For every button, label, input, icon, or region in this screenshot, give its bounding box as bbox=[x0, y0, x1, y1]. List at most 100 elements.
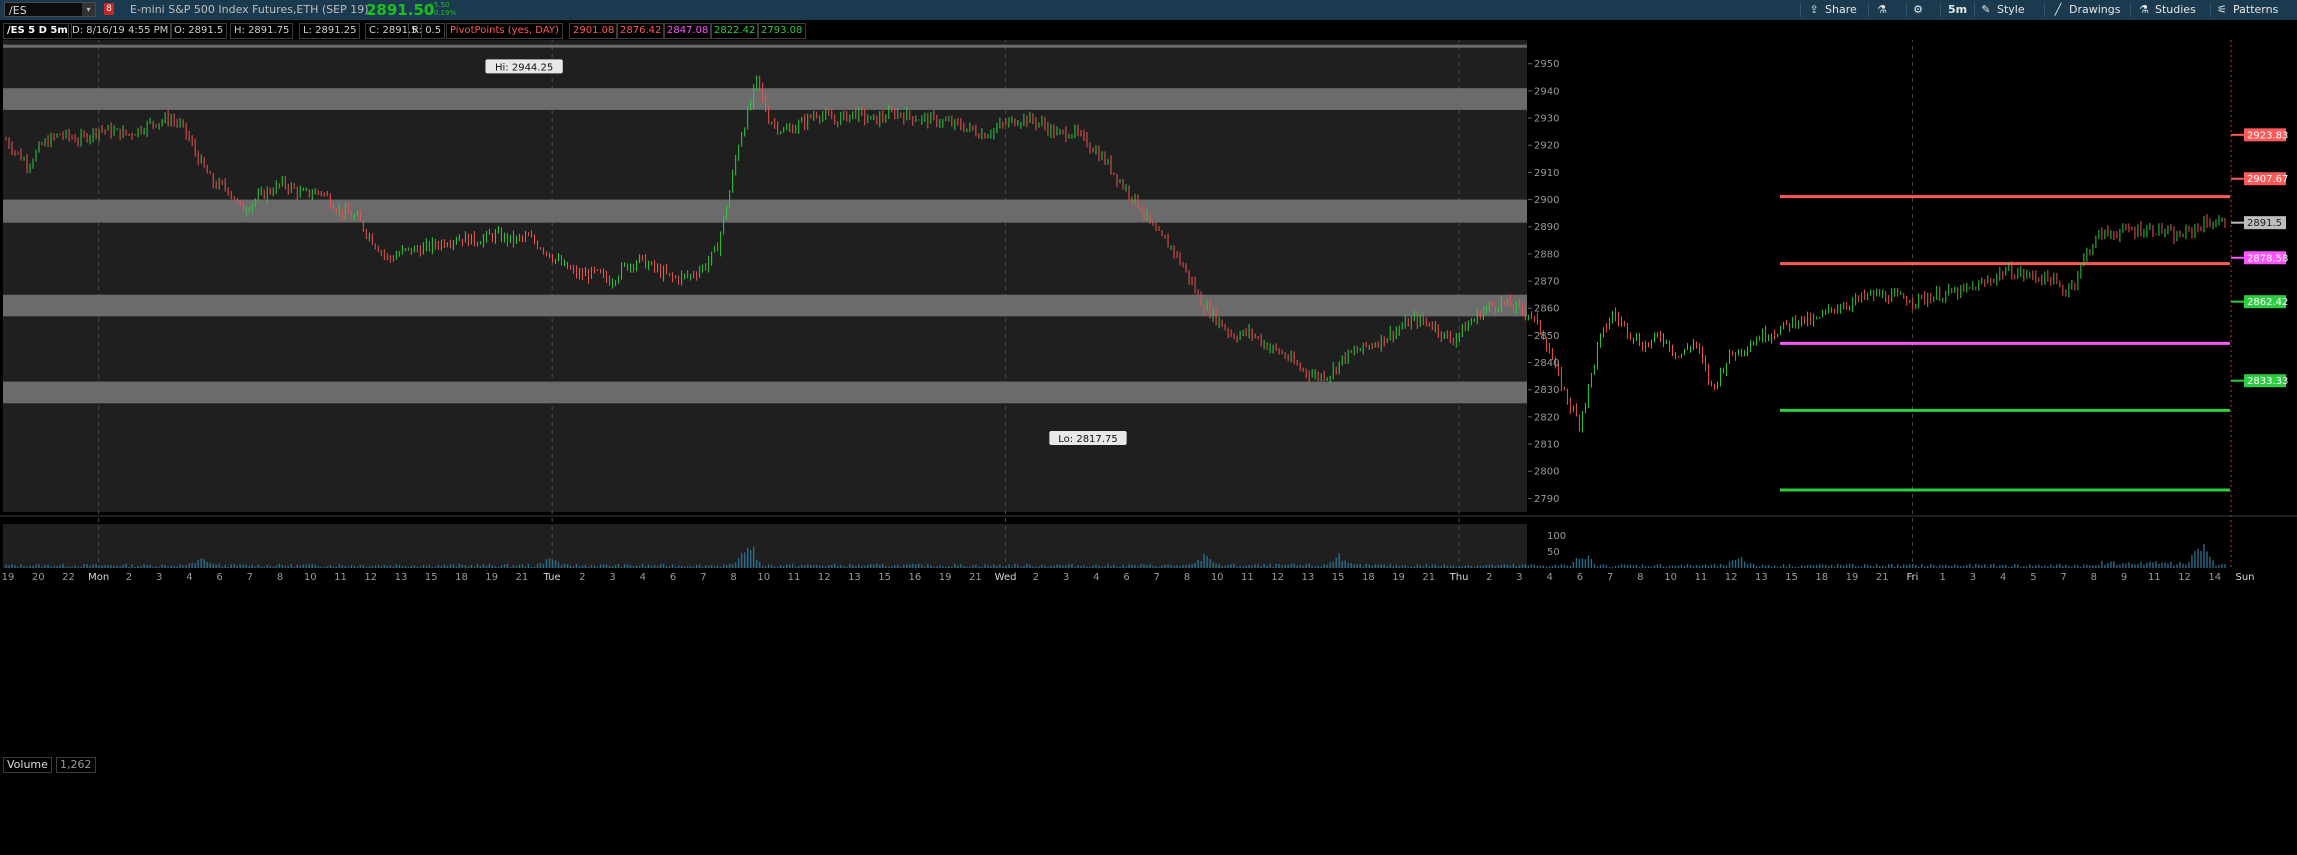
x-axis-label: 4 bbox=[640, 572, 646, 583]
studies-icon: ⚗ bbox=[2139, 3, 2149, 16]
bar-date: D: 8/16/19 4:55 PM bbox=[68, 23, 173, 39]
y-axis-label: 2910 bbox=[1534, 168, 1559, 179]
y-axis-label: 2950 bbox=[1534, 59, 1559, 70]
x-axis-label: 7 bbox=[247, 572, 253, 583]
toolbar-divider bbox=[2210, 3, 2211, 17]
x-axis-label: 18 bbox=[455, 572, 468, 583]
x-axis-label: 16 bbox=[909, 572, 922, 583]
x-axis-label: 11 bbox=[1241, 572, 1254, 583]
patterns-icon: ⚟ bbox=[2217, 3, 2227, 16]
timeframe-button[interactable]: 5m bbox=[1948, 2, 1967, 18]
pivot-value: 2793.08 bbox=[757, 23, 807, 39]
bar-high: H: 2891.75 bbox=[230, 23, 294, 39]
chevron-down-icon[interactable]: ▾ bbox=[82, 3, 95, 16]
bar-open: O: 2891.5 bbox=[170, 23, 228, 39]
x-axis-label: 19 bbox=[2, 572, 15, 583]
share-button[interactable]: ⇪ Share bbox=[1808, 2, 1856, 18]
price-badge-label: 2862.42 bbox=[2247, 297, 2288, 308]
toolbar-divider bbox=[1800, 3, 1801, 17]
y-axis-label: 2870 bbox=[1534, 277, 1559, 288]
x-axis-label: 7 bbox=[700, 572, 706, 583]
x-axis-label: 10 bbox=[757, 572, 770, 583]
x-axis-label: 15 bbox=[425, 572, 438, 583]
y-axis-label: 2920 bbox=[1534, 141, 1559, 152]
style-label: Style bbox=[1997, 3, 2025, 16]
x-axis-label: 5 bbox=[2030, 572, 2036, 583]
x-axis-label: Sun bbox=[2235, 572, 2254, 583]
volume-background bbox=[3, 524, 1527, 568]
plot-background bbox=[3, 40, 1527, 512]
swing-high-label: Hi: 2944.25 bbox=[495, 62, 553, 73]
x-axis-label: 12 bbox=[364, 572, 377, 583]
symbol-text: /ES bbox=[9, 4, 27, 17]
y-axis-label: 2900 bbox=[1534, 195, 1559, 206]
y-axis-label: 2810 bbox=[1534, 440, 1559, 451]
flask-button[interactable]: ⚗ bbox=[1876, 2, 1888, 18]
x-axis-label: 15 bbox=[1332, 572, 1345, 583]
x-axis-label: 15 bbox=[1785, 572, 1798, 583]
x-axis-label: 12 bbox=[1271, 572, 1284, 583]
x-axis-label: 4 bbox=[1093, 572, 1099, 583]
x-axis-label: 14 bbox=[2208, 572, 2221, 583]
x-axis-label: 9 bbox=[2121, 572, 2127, 583]
pivot-layer bbox=[1780, 40, 2232, 568]
x-axis-label: 19 bbox=[1392, 572, 1405, 583]
x-axis-label: 12 bbox=[2178, 572, 2191, 583]
x-axis-label: 11 bbox=[2148, 572, 2161, 583]
x-axis-label: 4 bbox=[2000, 572, 2006, 583]
x-axis-label: 11 bbox=[334, 572, 347, 583]
x-axis-label: 21 bbox=[969, 572, 982, 583]
x-axis-label: 19 bbox=[485, 572, 498, 583]
price-badge-label: 2878.58 bbox=[2247, 253, 2288, 264]
symbol-selector[interactable]: /ES ▾ bbox=[4, 2, 96, 17]
y-axis-label: 2890 bbox=[1534, 222, 1559, 233]
x-axis-label: 7 bbox=[1607, 572, 1613, 583]
patterns-label: Patterns bbox=[2233, 3, 2279, 16]
bar-low: L: 2891.25 bbox=[299, 23, 361, 39]
share-icon: ⇪ bbox=[1809, 3, 1819, 16]
x-axis-label: 19 bbox=[1846, 572, 1859, 583]
brush-icon: ✎ bbox=[1981, 3, 1991, 16]
y-axis-label: 2860 bbox=[1534, 304, 1559, 315]
patterns-button[interactable]: ⚟ Patterns bbox=[2216, 2, 2278, 18]
price-zone bbox=[3, 294, 1527, 317]
x-axis-label: 2 bbox=[1486, 572, 1492, 583]
x-axis-label: 8 bbox=[730, 572, 736, 583]
style-button[interactable]: ✎ Style bbox=[1980, 2, 2025, 18]
toolbar-divider bbox=[1974, 3, 1975, 17]
x-axis-label: 10 bbox=[1664, 572, 1677, 583]
y-axis-label: 2800 bbox=[1534, 467, 1559, 478]
studies-label: Studies bbox=[2155, 3, 2196, 16]
chart-title[interactable]: /ES 5 D 5m bbox=[3, 23, 72, 39]
x-axis-label: 4 bbox=[1547, 572, 1553, 583]
toolbar-divider bbox=[2044, 3, 2045, 17]
x-axis-label: 11 bbox=[788, 572, 801, 583]
studies-button[interactable]: ⚗ Studies bbox=[2138, 2, 2196, 18]
swing-low-label: Lo: 2817.75 bbox=[1058, 434, 1117, 445]
y-axis-label: 2840 bbox=[1534, 358, 1559, 369]
timeframe-label: 5m bbox=[1948, 3, 1968, 16]
x-axis-label: 20 bbox=[32, 572, 45, 583]
volume-label[interactable]: Volume bbox=[3, 757, 52, 773]
x-axis-label: 10 bbox=[304, 572, 317, 583]
x-axis-label: 8 bbox=[1637, 572, 1643, 583]
price-zone bbox=[3, 199, 1527, 223]
price-zone bbox=[3, 88, 1527, 110]
y-axis-label: 2940 bbox=[1534, 86, 1559, 97]
x-axis-label: 21 bbox=[516, 572, 529, 583]
study-name[interactable]: PivotPoints (yes, DAY) bbox=[446, 23, 563, 39]
x-axis-label: Fri bbox=[1907, 572, 1919, 583]
link-group-icon[interactable]: 8 bbox=[104, 3, 114, 15]
price-chart[interactable]: 2790280028102820283028402850286028702880… bbox=[0, 40, 2297, 753]
x-axis-label: 21 bbox=[1876, 572, 1889, 583]
settings-button[interactable]: ⚙ bbox=[1912, 2, 1924, 18]
drawings-button[interactable]: ╱ Drawings bbox=[2052, 2, 2121, 18]
net-change-percent: +0.19% bbox=[428, 9, 457, 17]
x-axis-label: 18 bbox=[1362, 572, 1375, 583]
drawings-label: Drawings bbox=[2069, 3, 2121, 16]
y-axis-label: 2820 bbox=[1534, 412, 1559, 423]
x-axis-label: 3 bbox=[1516, 572, 1522, 583]
x-axis-label: 6 bbox=[1577, 572, 1583, 583]
x-axis-label: 3 bbox=[156, 572, 162, 583]
price-zone bbox=[3, 381, 1527, 404]
